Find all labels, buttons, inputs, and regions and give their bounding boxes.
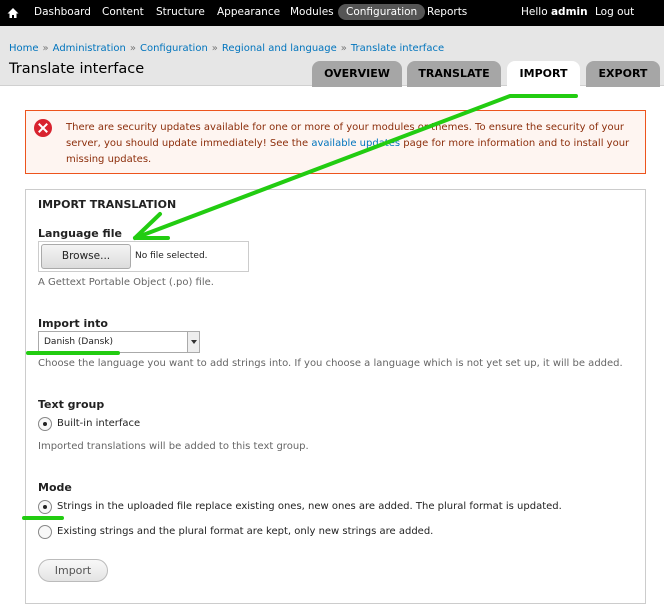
toolbar-configuration[interactable]: Configuration <box>338 4 426 20</box>
mode-option-replace-label[interactable]: Strings in the uploaded file replace exi… <box>57 501 562 512</box>
breadcrumb-regional[interactable]: Regional and language <box>222 43 337 54</box>
admin-toolbar: Dashboard Content Structure Appearance M… <box>0 0 664 26</box>
mode-label: Mode <box>38 481 72 494</box>
text-group-description: Imported translations will be added to t… <box>38 441 309 452</box>
error-message-text: There are security updates available for… <box>66 122 630 165</box>
toolbar-structure[interactable]: Structure <box>156 6 205 18</box>
import-into-label: Import into <box>38 317 108 330</box>
chevron-down-icon <box>187 332 199 352</box>
toolbar-dashboard[interactable]: Dashboard <box>34 6 91 18</box>
language-select[interactable]: Danish (Dansk) <box>38 331 200 353</box>
tab-export[interactable]: EXPORT <box>586 61 660 87</box>
breadcrumb-configuration[interactable]: Configuration <box>140 43 208 54</box>
breadcrumb: Home» Administration» Configuration» Region… <box>9 43 444 54</box>
import-into-description: Choose the language you want to add stri… <box>38 358 623 369</box>
language-file-description: A Gettext Portable Object (.po) file. <box>38 277 214 288</box>
page-title: Translate interface <box>9 61 145 77</box>
mode-radio-replace[interactable] <box>38 500 52 514</box>
file-status: No file selected. <box>135 251 208 261</box>
text-group-option-label[interactable]: Built-in interface <box>57 418 140 429</box>
breadcrumb-translate[interactable]: Translate interface <box>351 43 444 54</box>
text-group-label: Text group <box>38 398 105 411</box>
mode-radio-keep[interactable] <box>38 525 52 539</box>
home-icon[interactable] <box>6 6 20 20</box>
error-icon <box>34 119 52 137</box>
mode-option-keep-label[interactable]: Existing strings and the plural format a… <box>57 526 433 537</box>
language-file-label: Language file <box>38 227 122 240</box>
available-updates-link[interactable]: available updates <box>311 138 400 149</box>
fieldset-legend: IMPORT TRANSLATION <box>38 198 177 211</box>
toolbar-reports[interactable]: Reports <box>427 6 467 18</box>
toolbar-content[interactable]: Content <box>102 6 144 18</box>
breadcrumb-separator: » <box>129 43 136 54</box>
tab-overview[interactable]: OVERVIEW <box>312 61 402 87</box>
breadcrumb-separator: » <box>42 43 49 54</box>
breadcrumb-separator: » <box>211 43 218 54</box>
tab-translate[interactable]: TRANSLATE <box>407 61 501 87</box>
username[interactable]: admin <box>551 6 588 18</box>
logout-link[interactable]: Log out <box>595 6 634 18</box>
breadcrumb-home[interactable]: Home <box>9 43 39 54</box>
toolbar-modules[interactable]: Modules <box>290 6 334 18</box>
text-group-radio[interactable] <box>38 417 52 431</box>
breadcrumb-separator: » <box>340 43 347 54</box>
tab-import[interactable]: IMPORT <box>507 61 580 87</box>
error-message: There are security updates available for… <box>25 110 646 174</box>
browse-button[interactable]: Browse... <box>41 244 131 269</box>
breadcrumb-administration[interactable]: Administration <box>53 43 126 54</box>
language-select-value: Danish (Dansk) <box>44 337 113 347</box>
import-button[interactable]: Import <box>38 559 108 582</box>
hello-user: Hello admin <box>521 6 588 18</box>
toolbar-appearance[interactable]: Appearance <box>217 6 280 18</box>
